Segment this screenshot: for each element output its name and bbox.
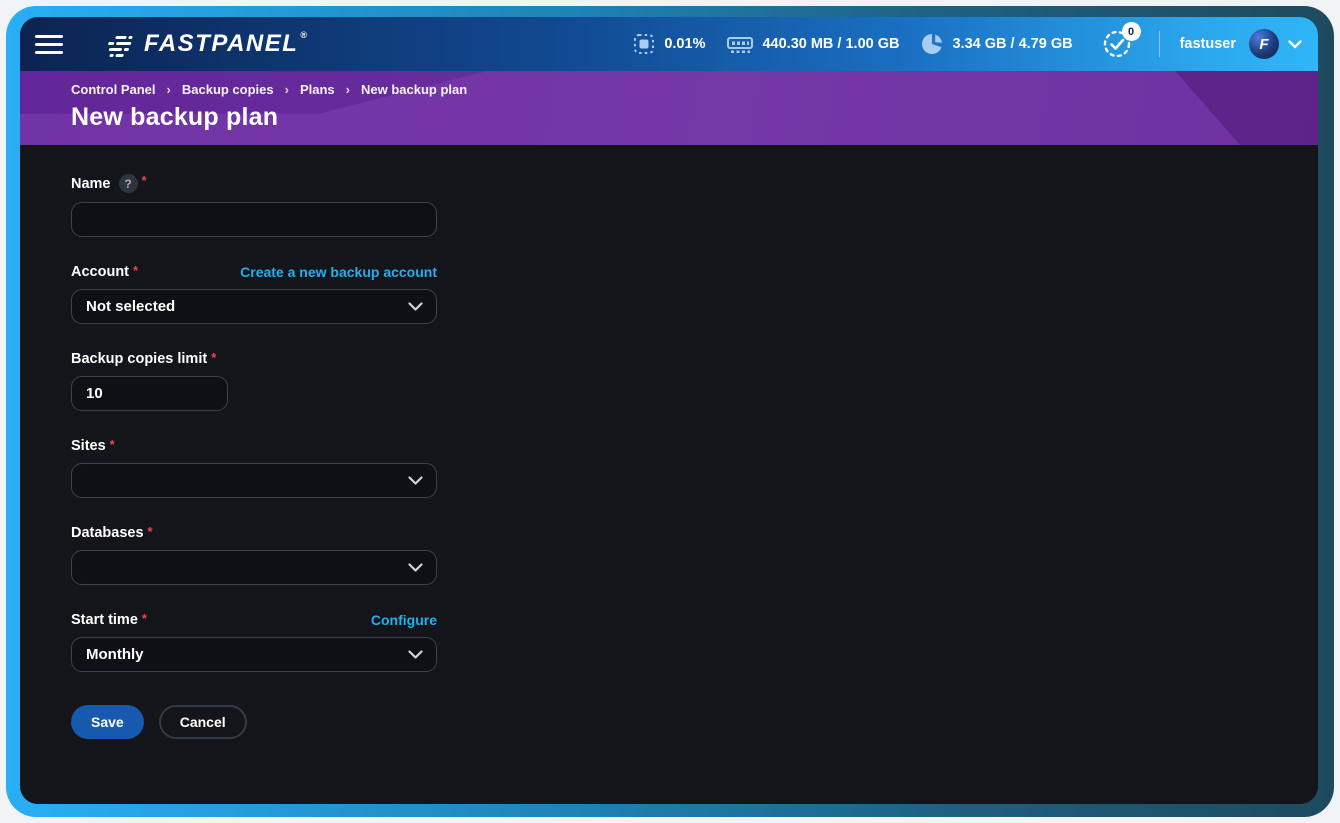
breadcrumb-separator: › xyxy=(167,82,171,97)
databases-select[interactable] xyxy=(71,550,437,585)
field-name: Name ? * xyxy=(71,174,437,237)
cpu-icon xyxy=(633,33,655,55)
start-time-select[interactable]: Monthly xyxy=(71,637,437,672)
equalizer-icon xyxy=(104,35,136,57)
required-mark: * xyxy=(148,525,153,539)
create-backup-account-link[interactable]: Create a new backup account xyxy=(240,264,437,280)
required-mark: * xyxy=(133,264,138,278)
account-select-value: Not selected xyxy=(86,298,175,315)
breadcrumb-control-panel[interactable]: Control Panel xyxy=(71,82,156,97)
field-databases: Databases * xyxy=(71,525,437,585)
backup-copies-limit-input[interactable] xyxy=(71,376,228,411)
notifications-count-badge: 0 xyxy=(1122,22,1141,41)
required-mark: * xyxy=(211,351,216,365)
ram-icon xyxy=(727,34,753,54)
breadcrumb: Control Panel › Backup copies › Plans › … xyxy=(71,82,1318,97)
user-menu[interactable]: fastuser F xyxy=(1180,29,1302,59)
chevron-down-icon xyxy=(1288,40,1302,49)
breadcrumb-plans[interactable]: Plans xyxy=(300,82,335,97)
menu-icon[interactable] xyxy=(32,29,66,59)
notifications-button[interactable]: 0 xyxy=(1101,26,1137,62)
databases-label: Databases xyxy=(71,525,144,541)
help-icon[interactable]: ? xyxy=(119,174,138,193)
breadcrumb-separator: › xyxy=(285,82,289,97)
username-label: fastuser xyxy=(1180,36,1236,52)
chevron-down-icon xyxy=(408,302,423,312)
memory-usage-stat: 440.30 MB / 1.00 GB xyxy=(727,34,899,54)
app-window: FASTPANEL ® 0.01% xyxy=(20,17,1318,804)
page-title: New backup plan xyxy=(71,103,1318,132)
start-time-select-value: Monthly xyxy=(86,646,144,663)
required-mark: * xyxy=(142,612,147,626)
sites-select[interactable] xyxy=(71,463,437,498)
avatar: F xyxy=(1249,29,1279,59)
field-account: Account * Create a new backup account No… xyxy=(71,264,437,324)
disk-usage-value: 3.34 GB / 4.79 GB xyxy=(952,36,1072,52)
breadcrumb-separator: › xyxy=(346,82,350,97)
disk-usage-stat: 3.34 GB / 4.79 GB xyxy=(921,33,1072,55)
chevron-down-icon xyxy=(408,563,423,573)
disk-icon xyxy=(921,33,943,55)
logo-registered-mark: ® xyxy=(300,30,307,40)
backup-copies-limit-label: Backup copies limit xyxy=(71,351,207,367)
account-label: Account xyxy=(71,264,129,280)
form-actions: Save Cancel xyxy=(71,705,1318,739)
sites-label: Sites xyxy=(71,438,106,454)
breadcrumb-new-backup-plan: New backup plan xyxy=(361,82,467,97)
name-label: Name xyxy=(71,176,111,192)
start-time-label: Start time xyxy=(71,612,138,628)
breadcrumb-backup-copies[interactable]: Backup copies xyxy=(182,82,274,97)
field-backup-copies-limit: Backup copies limit * xyxy=(71,351,437,411)
required-mark: * xyxy=(110,438,115,452)
save-button[interactable]: Save xyxy=(71,705,144,739)
field-sites: Sites * xyxy=(71,438,437,498)
cpu-usage-value: 0.01% xyxy=(664,36,705,52)
field-start-time: Start time * Configure Monthly xyxy=(71,612,437,672)
page-header: Control Panel › Backup copies › Plans › … xyxy=(20,71,1318,145)
chevron-down-icon xyxy=(408,476,423,486)
configure-link[interactable]: Configure xyxy=(371,612,437,628)
account-select[interactable]: Not selected xyxy=(71,289,437,324)
top-bar: FASTPANEL ® 0.01% xyxy=(20,17,1318,71)
app-frame: FASTPANEL ® 0.01% xyxy=(6,6,1334,817)
form-area: Name ? * Account * Create a new backup a… xyxy=(20,145,1318,804)
topbar-divider xyxy=(1159,31,1160,57)
logo-text: FASTPANEL xyxy=(144,32,298,56)
chevron-down-icon xyxy=(408,650,423,660)
cancel-button[interactable]: Cancel xyxy=(159,705,247,739)
cpu-usage-stat: 0.01% xyxy=(633,33,705,55)
memory-usage-value: 440.30 MB / 1.00 GB xyxy=(762,36,899,52)
name-input[interactable] xyxy=(71,202,437,237)
fastpanel-logo[interactable]: FASTPANEL ® xyxy=(104,32,307,57)
required-mark: * xyxy=(142,174,147,188)
